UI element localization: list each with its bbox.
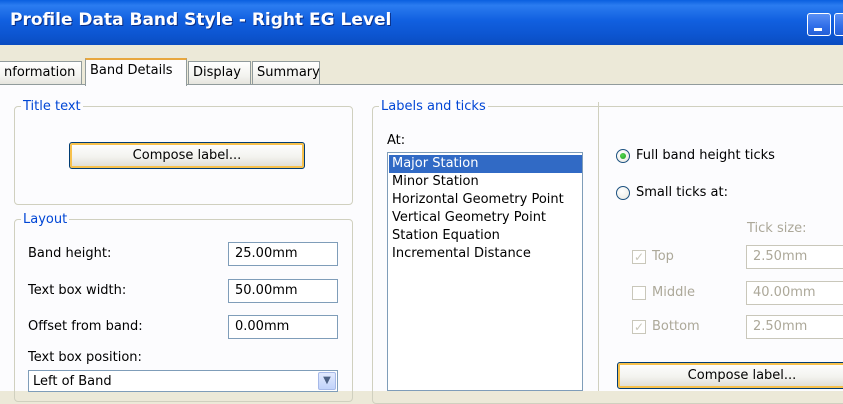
tab-summary[interactable]: Summary [252,61,320,85]
tab-label: Display [193,65,241,80]
chevron-down-icon[interactable]: ▼ [318,372,336,390]
ticks-compose-label-button[interactable]: Compose label... [617,362,843,389]
tick-size-label: Tick size: [747,221,807,236]
middle-tick-size-input[interactable]: 40.00mm [746,281,843,305]
list-item-vertical-geometry-point[interactable]: Vertical Geometry Point [389,209,582,227]
small-ticks-radio[interactable] [616,186,630,200]
middle-label: Middle [652,285,695,300]
top-label: Top [652,249,674,264]
full-band-ticks-label[interactable]: Full band height ticks [636,148,775,163]
band-height-input[interactable]: 25.00mm [228,242,338,266]
group-legend: Labels and ticks [381,99,486,114]
minimize-icon [814,28,822,31]
group-legend: Layout [23,212,68,227]
offset-from-band-input[interactable]: 0.00mm [228,315,338,339]
list-item-horizontal-geometry-point[interactable]: Horizontal Geometry Point [389,191,582,209]
list-item-station-equation[interactable]: Station Equation [389,227,582,245]
full-band-ticks-radio[interactable] [616,149,630,163]
list-item-minor-station[interactable]: Minor Station [389,173,582,191]
list-item-incremental-distance[interactable]: Incremental Distance [389,245,582,263]
bottom-label: Bottom [652,319,700,334]
tab-information[interactable]: nformation [0,61,82,85]
check-icon: ✓ [633,250,645,264]
text-box-width-label: Text box width: [28,283,127,298]
radio-selected-icon [620,153,626,159]
top-tick-size-input[interactable]: 2.50mm [746,245,843,269]
offset-from-band-label: Offset from band: [28,319,143,334]
maximize-button[interactable] [834,13,843,36]
bottom-checkbox[interactable]: ✓ [632,320,646,334]
title-compose-label-button[interactable]: Compose label... [69,142,305,169]
text-box-position-select[interactable]: Left of Band ▼ [28,370,338,392]
small-ticks-label[interactable]: Small ticks at: [636,185,728,200]
title-bar: Profile Data Band Style - Right EG Level [0,0,843,45]
group-legend: Title text [23,99,81,114]
check-icon: ✓ [633,320,645,334]
middle-checkbox[interactable] [632,286,646,300]
select-value: Left of Band [33,374,112,389]
text-box-position-label: Text box position: [28,350,142,365]
tab-label: nformation [4,65,76,80]
minimize-button[interactable] [807,13,831,36]
tab-label: Band Details [90,63,173,78]
bottom-tick-size-input[interactable]: 2.50mm [746,315,843,339]
station-listbox[interactable]: Major Station Minor Station Horizontal G… [387,152,583,391]
tab-strip: nformation Band Details Display Summary [0,58,843,86]
top-checkbox[interactable]: ✓ [632,250,646,264]
group-divider [598,102,599,391]
window-title: Profile Data Band Style - Right EG Level [10,10,392,30]
tab-display[interactable]: Display [188,61,251,85]
tab-band-details[interactable]: Band Details [85,58,187,86]
list-item-major-station[interactable]: Major Station [389,155,582,173]
at-label: At: [387,133,406,148]
text-box-width-input[interactable]: 50.00mm [228,279,338,303]
tab-label: Summary [257,65,320,80]
band-height-label: Band height: [28,246,112,261]
